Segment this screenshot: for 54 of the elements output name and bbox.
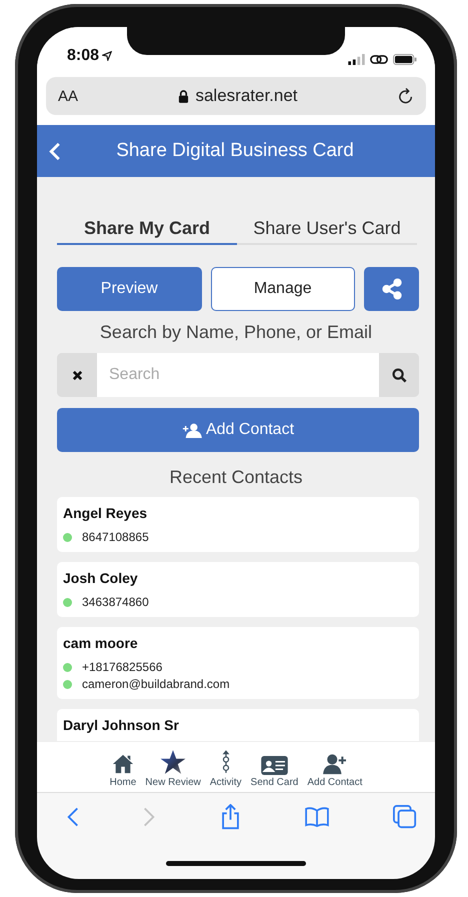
contact-detail: cameron@buildabrand.com [82,677,230,691]
status-dot [63,598,72,606]
nav-item[interactable]: Send Card [250,744,298,788]
close-icon [72,370,82,380]
nav-item[interactable]: Activity [210,744,242,788]
preview-button[interactable]: Preview [57,267,202,311]
status-dot [63,662,72,672]
contact-name: Josh Coley [63,570,138,586]
share-icon[interactable] [220,804,240,830]
status-dot [63,532,72,542]
contact-name: Daryl Johnson Sr [63,717,179,733]
share-button[interactable] [364,267,419,311]
status-dot [63,680,72,688]
contact-card[interactable]: Angel Reyes 8647108865 [57,497,419,552]
tabs-icon[interactable] [393,805,417,829]
search-label: Search by Name, Phone, or Email [100,322,372,342]
star-icon [159,749,188,775]
activity-icon [220,749,231,775]
contact-card[interactable]: Daryl Johnson Sr [57,709,419,741]
battery-icon [393,54,417,65]
clock-time: 8:08 [67,47,100,65]
contact-detail: 3463874860 [82,595,149,609]
add-user-icon [182,422,202,438]
link-icon [370,54,388,65]
share-nodes-icon [380,278,402,300]
add-contact-button[interactable]: Add Contact [57,408,419,452]
contact-card[interactable]: Josh Coley 3463874860 [57,562,419,617]
lock-icon [178,90,190,102]
page-title: Share Digital Business Card [115,140,355,162]
contact-detail: +18176825566 [82,660,162,674]
signal-icon [348,54,365,65]
reload-icon[interactable] [398,87,414,105]
book-icon[interactable] [304,807,329,827]
nav-item[interactable]: Home [110,744,136,788]
home-icon [110,753,135,775]
tab[interactable]: Share User's Card [237,215,417,245]
search-field[interactable]: Search [97,353,379,397]
add-user-icon [322,753,347,775]
contact-name: Angel Reyes [63,505,148,521]
back-icon[interactable] [67,806,79,828]
text-size-button[interactable]: AA [58,88,78,104]
manage-button[interactable]: Manage [210,267,355,311]
section-title: Recent Contacts [169,467,303,487]
contact-card[interactable]: cam moore +18176825566 cameron@buildabrand.com [57,627,419,699]
location-arrow-icon [102,51,112,61]
url-text: salesrater.net [195,86,298,106]
tab[interactable]: Share My Card [57,215,237,245]
nav-item[interactable]: Add Contact [307,744,362,788]
contact-detail: 8647108865 [82,530,149,544]
contact-name: cam moore [63,635,138,651]
address-bar[interactable]: AA salesrater.net [46,77,426,115]
nav-item[interactable]: New Review [145,744,201,788]
search-icon [392,368,406,382]
id-card-icon [260,756,288,775]
